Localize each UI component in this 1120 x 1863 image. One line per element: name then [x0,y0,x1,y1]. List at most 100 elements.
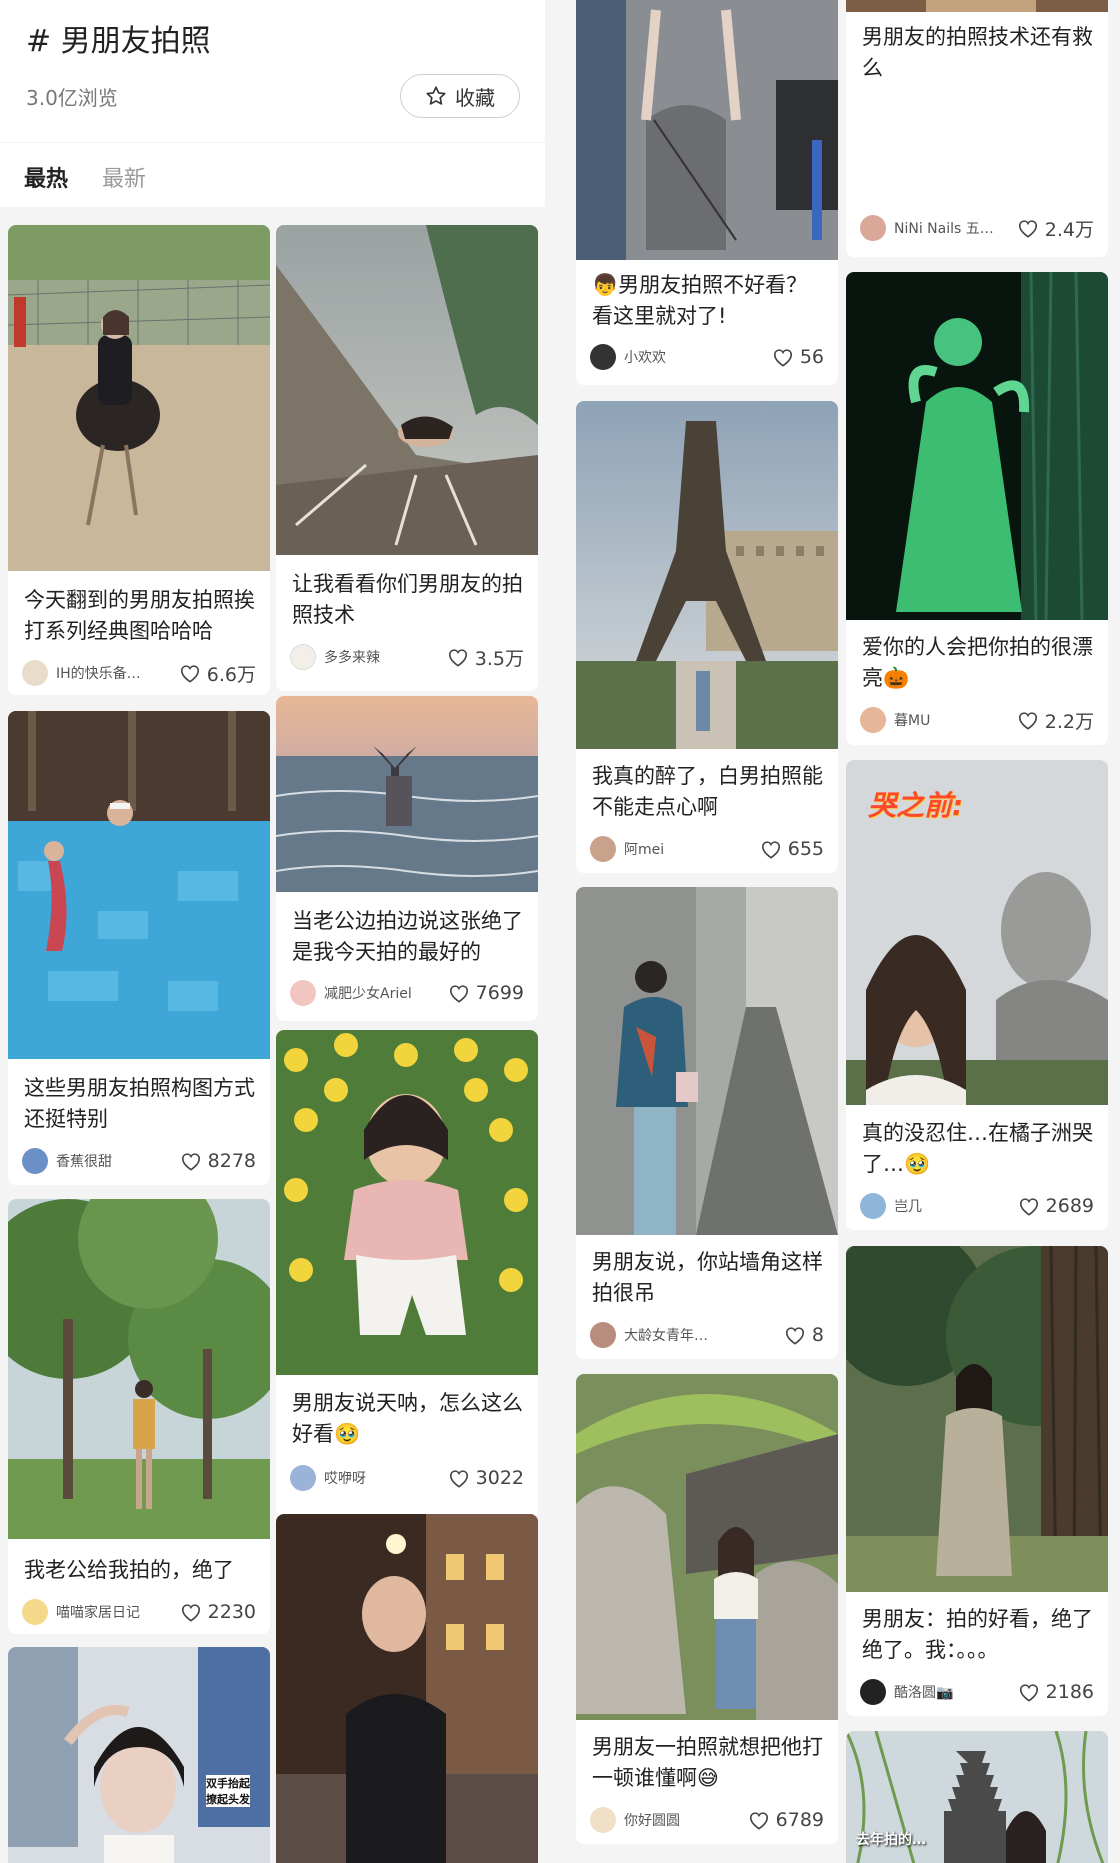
note-card[interactable]: 爱你的人会把你拍的很漂亮🎃 暮MU 2.2万 [846,272,1108,745]
note-card[interactable]: 当老公边拍边说这张绝了是我今天拍的最好的 减肥少女Ariel 7699 [276,696,538,1021]
note-card[interactable]: 男朋友说天呐，怎么这么好看🥹 哎咿呀 3022 [276,1030,538,1518]
like-button[interactable]: 6789 [748,1809,824,1831]
street-selfie-photo: 双手抬起 撩起头发 [8,1647,270,1863]
tab-newest[interactable]: 最新 [102,161,146,193]
like-button[interactable]: 2.4万 [1017,215,1094,242]
like-button[interactable]: 8278 [180,1150,256,1172]
avatar[interactable] [590,1807,616,1833]
author-name[interactable]: 岂几 [894,1196,1018,1216]
avatar[interactable] [590,836,616,862]
author-name[interactable]: 喵喵家居日记 [56,1602,180,1622]
ostrich-riding-photo [8,225,270,571]
like-button[interactable]: 2230 [180,1601,256,1623]
note-title: 男朋友的拍照技术还有救么 [862,25,1093,80]
note-meta: NiNi Nails 五… 2.4万 [860,213,1094,243]
heart-icon [1018,220,1037,238]
green-forest-photo [846,272,1108,621]
favorite-button[interactable]: 收藏 [400,74,520,118]
author-name[interactable]: 多多来辣 [324,647,447,667]
note-meta: 多多来辣 3.5万 [290,642,524,672]
like-count: 6.6万 [206,663,256,686]
note-card[interactable]: 男朋友：拍的好看，绝了绝了。我：。。。 酷洛圆📷 2186 [846,1246,1108,1716]
like-count: 3.5万 [474,647,524,670]
avatar[interactable] [590,344,616,370]
note-meta: 香蕉很甜 8278 [22,1146,256,1176]
note-card[interactable]: 男朋友的拍照技术还有救么 NiNi Nails 五… 2.4万 [846,0,1108,257]
avatar[interactable] [860,215,886,241]
note-title: 男朋友说天呐，怎么这么好看🥹 [292,1391,523,1446]
avatar[interactable] [22,1148,48,1174]
note-title: 我老公给我拍的，绝了 [24,1558,234,1582]
note-card[interactable] [276,1514,538,1863]
like-count: 6789 [775,1809,824,1831]
heart-icon [785,1327,804,1345]
like-button[interactable]: 2186 [1018,1681,1094,1703]
like-button[interactable]: 2689 [1018,1195,1094,1217]
avatar[interactable] [22,660,48,686]
photo-caption: 去年拍的… [856,1832,926,1848]
top-crop-photo [846,0,1108,12]
park-trees-photo [8,1199,270,1539]
alley-photo [576,887,838,1235]
author-name[interactable]: 大龄女青年… [624,1325,784,1345]
like-count: 2186 [1045,1681,1094,1703]
tree-trunk-photo [846,1246,1108,1593]
avatar[interactable] [290,644,316,670]
author-name[interactable]: 小欢欢 [624,347,772,367]
note-title: 👦男朋友拍照不好看？看这里就对了! [592,273,808,328]
avatar[interactable] [22,1599,48,1625]
note-card[interactable]: 👦男朋友拍照不好看？看这里就对了! 小欢欢 56 [576,0,838,385]
avatar[interactable] [290,1465,316,1491]
author-name[interactable]: 减肥少女Ariel [324,983,448,1003]
like-button[interactable]: 3.5万 [447,644,524,671]
author-name[interactable]: 你好圆圆 [624,1810,748,1830]
avatar[interactable] [290,980,316,1006]
like-button[interactable]: 3022 [448,1467,524,1489]
heart-icon [181,1153,200,1171]
note-card[interactable]: 这些男朋友拍照构图方式还挺特别 香蕉很甜 8278 [8,711,270,1185]
note-card[interactable]: 我老公给我拍的，绝了 喵喵家居日记 2230 [8,1199,270,1634]
like-button[interactable]: 56 [772,346,824,368]
like-count: 8278 [207,1150,256,1172]
author-name[interactable]: 阿mei [624,839,760,859]
author-name[interactable]: 暮MU [894,710,1017,730]
heart-icon [180,665,199,683]
tulip-garden-photo [276,1030,538,1375]
great-wall-photo [276,225,538,555]
author-name[interactable]: 酷洛圆📷 [894,1682,1018,1702]
note-card[interactable]: 我真的醉了，白男拍照能不能走点心啊 阿mei 655 [576,401,838,873]
note-card[interactable]: 男朋友一拍照就想把他打一顿谁懂啊😅 你好圆圆 6789 [576,1374,838,1844]
note-title: 男朋友说，你站墙角这样拍很吊 [592,1250,823,1305]
note-meta: 喵喵家居日记 2230 [22,1597,256,1627]
note-meta: 暮MU 2.2万 [860,705,1094,735]
avatar[interactable] [590,1322,616,1348]
note-title: 这些男朋友拍照构图方式还挺特别 [24,1076,255,1131]
feed-panel-left: # 男朋友拍照 3.0亿浏览 收藏 最热 最新 今天翻到的男朋友拍照挨打系列经典… [0,0,545,1863]
note-card[interactable]: 男朋友说，你站墙角这样拍很吊 大龄女青年… 8 [576,887,838,1359]
note-title: 真的没忍住…在橘子洲哭了…🥹 [862,1121,1093,1176]
like-button[interactable]: 7699 [448,982,524,1004]
like-button[interactable]: 6.6万 [179,660,256,687]
note-card[interactable]: 让我看看你们男朋友的拍照技术 多多来辣 3.5万 [276,225,538,691]
avatar[interactable] [860,707,886,733]
author-name[interactable]: NiNi Nails 五… [894,218,1017,238]
note-card[interactable]: 去年拍的… [846,1731,1108,1863]
author-name[interactable]: IH的快乐备… [56,663,179,683]
note-card[interactable]: 今天翻到的男朋友拍照挨打系列经典图哈哈哈 IH的快乐备… 6.6万 [8,225,270,695]
heart-icon [1019,1684,1038,1702]
note-card[interactable]: 哭之前: 真的没忍住…在橘子洲哭了…🥹 岂几 2689 [846,760,1108,1230]
like-button[interactable]: 8 [784,1324,824,1346]
author-name[interactable]: 香蕉很甜 [56,1151,180,1171]
author-name[interactable]: 哎咿呀 [324,1468,448,1488]
night-street-photo [276,1514,538,1863]
tab-hottest[interactable]: 最热 [24,161,68,193]
note-card[interactable]: 双手抬起 撩起头发 [8,1647,270,1863]
note-meta: 岂几 2689 [860,1191,1094,1221]
note-meta: 减肥少女Ariel 7699 [290,978,524,1008]
like-button[interactable]: 655 [760,838,824,860]
like-count: 2230 [207,1601,256,1623]
pagoda-photo: 去年拍的… [846,1731,1108,1863]
like-button[interactable]: 2.2万 [1017,707,1094,734]
avatar[interactable] [860,1679,886,1705]
avatar[interactable] [860,1193,886,1219]
